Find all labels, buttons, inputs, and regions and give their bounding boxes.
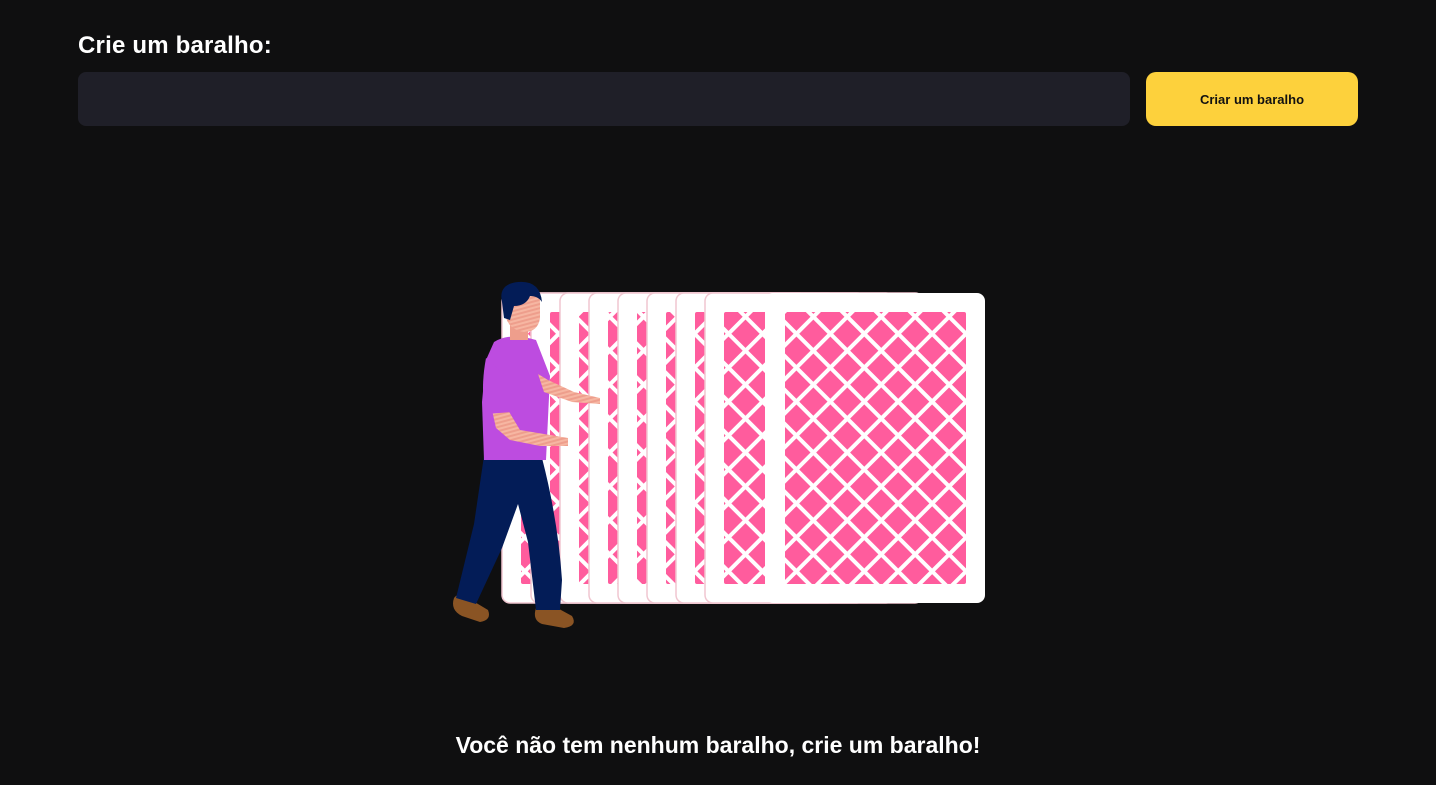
card-stack xyxy=(501,292,985,604)
create-deck-label: Crie um baralho: xyxy=(78,32,272,59)
decks-page: Crie um baralho: Criar um baralho Você n… xyxy=(0,0,1436,785)
empty-state-message: Você não tem nenhum baralho, crie um bar… xyxy=(455,732,981,758)
deck-name-input[interactable] xyxy=(78,72,1130,126)
playing-card xyxy=(765,293,985,603)
person-with-playing-cards-illustration xyxy=(453,281,985,628)
create-deck-button[interactable]: Criar um baralho xyxy=(1146,72,1358,126)
